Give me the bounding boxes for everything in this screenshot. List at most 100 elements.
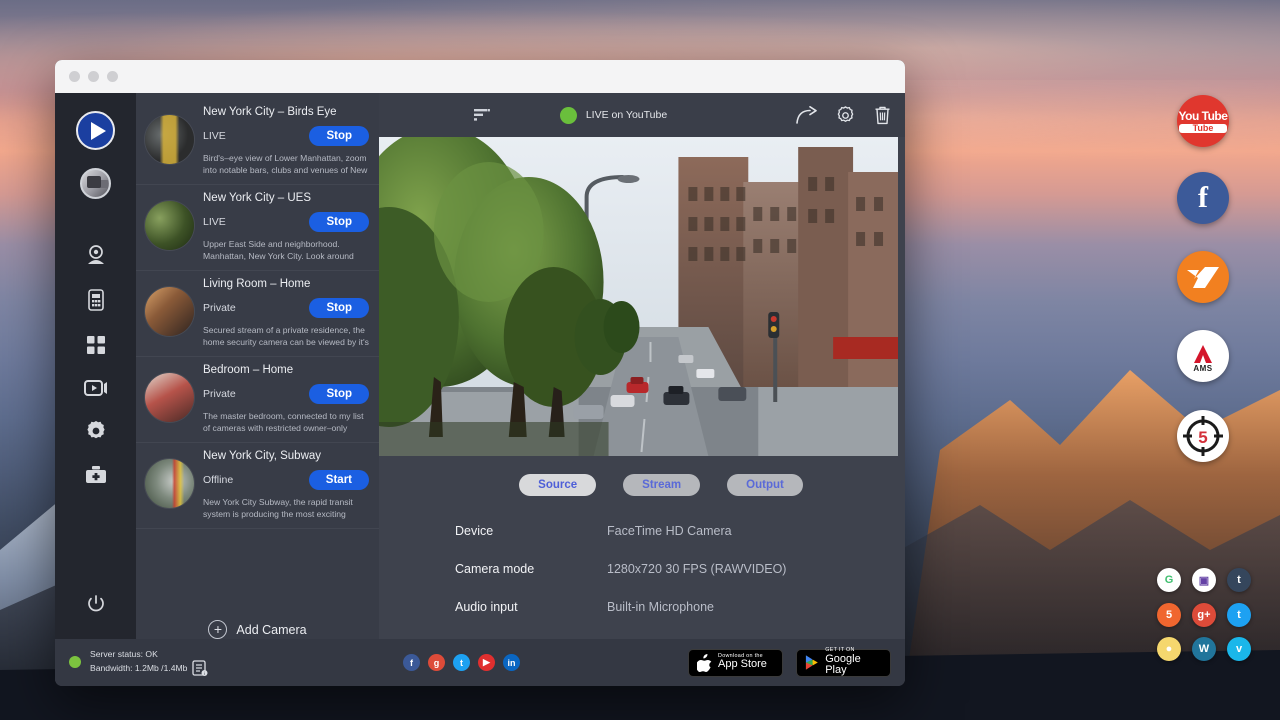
live-label: LIVE on YouTube xyxy=(586,109,667,121)
apple-icon xyxy=(697,654,712,672)
camera-status-row: OfflineStart xyxy=(203,469,369,491)
camera-toggle-button[interactable]: Stop xyxy=(309,126,369,146)
delete-button[interactable] xyxy=(874,106,891,125)
detail-row: Camera mode1280x720 30 FPS (RAWVIDEO) xyxy=(455,562,905,576)
wordpress-shortcut[interactable]: W xyxy=(1192,637,1216,661)
target5-shortcut[interactable]: 5 xyxy=(1177,410,1229,462)
facebook-f-icon: f xyxy=(1198,181,1208,215)
camera-description: Secured stream of a private residence, t… xyxy=(203,324,369,349)
camera-status: Offline xyxy=(203,474,309,486)
camera-thumbnail xyxy=(145,373,194,422)
logo-rainbow xyxy=(86,125,101,140)
tumblr-shortcut[interactable]: t xyxy=(1227,568,1251,592)
add-camera-button[interactable]: + Add Camera xyxy=(136,594,379,639)
ams-label: AMS xyxy=(1193,364,1212,373)
twitter-shortcut[interactable]: t xyxy=(1227,603,1251,627)
sidebar-rail xyxy=(55,93,136,639)
camera-toggle-button[interactable]: Stop xyxy=(309,298,369,318)
rail-item-power[interactable] xyxy=(87,595,105,613)
camera-status: LIVE xyxy=(203,130,309,142)
power-icon xyxy=(87,595,105,613)
camera-name: New York City – UES xyxy=(203,192,369,204)
document-info-icon[interactable]: i xyxy=(192,660,208,677)
google-play-badge[interactable]: GET IT ON Google Play xyxy=(796,649,891,677)
live-indicator-dot xyxy=(560,107,577,124)
camera-list[interactable]: New York City – Birds EyeLIVEStopBird's–… xyxy=(136,93,379,594)
camera-name: Bedroom – Home xyxy=(203,364,369,376)
detail-value[interactable]: 1280x720 30 FPS (RAWVIDEO) xyxy=(607,562,786,576)
camera-thumbnail xyxy=(145,287,194,336)
detail-value[interactable]: FaceTime HD Camera xyxy=(607,524,732,538)
gumroad-shortcut[interactable]: G xyxy=(1157,568,1181,592)
tab-output[interactable]: Output xyxy=(727,474,803,496)
app-logo[interactable] xyxy=(76,111,115,150)
vimeo-shortcut[interactable]: v xyxy=(1227,637,1251,661)
rail-item-screen[interactable] xyxy=(84,379,108,397)
facebook-icon[interactable]: f xyxy=(403,654,420,671)
settings-button[interactable] xyxy=(836,106,855,125)
window-titlebar xyxy=(55,60,905,93)
camera-info: Living Room – HomePrivateStopSecured str… xyxy=(203,278,369,349)
share-button[interactable] xyxy=(796,106,817,124)
detail-value[interactable]: Built-in Microphone xyxy=(607,600,714,614)
camera-list-item[interactable]: Living Room – HomePrivateStopSecured str… xyxy=(136,271,379,357)
user-avatar[interactable] xyxy=(80,168,111,199)
camera-list-item[interactable]: New York City, Subway OfflineStart New Yor… xyxy=(136,443,379,529)
camera-status-row: PrivateStop xyxy=(203,383,369,405)
linkedin-icon[interactable]: in xyxy=(503,654,520,671)
server-status: Server status: OK Bandwidth: 1.2Mb /1.4M… xyxy=(69,648,383,678)
camera-list-item[interactable]: New York City – UESLIVEStopUpper East Si… xyxy=(136,185,379,271)
window-close-button[interactable] xyxy=(69,71,80,82)
camera-name: New York City – Birds Eye xyxy=(203,106,369,118)
camera-list-item[interactable]: New York City – Birds EyeLIVEStopBird's–… xyxy=(136,99,379,185)
camera-description: New York City Subway, the rapid transit … xyxy=(203,496,369,521)
wowza-shortcut[interactable] xyxy=(1177,251,1229,303)
five-shortcut[interactable]: 5 xyxy=(1157,603,1181,627)
server-status-label: Server status: OK xyxy=(90,648,208,661)
camera-info: New York City – UESLIVEStopUpper East Si… xyxy=(203,192,369,263)
tab-stream[interactable]: Stream xyxy=(623,474,700,496)
gear-icon xyxy=(836,106,855,125)
youtube-icon[interactable]: ▶ xyxy=(478,654,495,671)
google-play-big: Google Play xyxy=(825,654,882,678)
googleplus-shortcut[interactable]: g+ xyxy=(1192,603,1216,627)
camera-status-row: LIVEStop xyxy=(203,211,369,233)
camera-info: New York City, Subway OfflineStart New Yor… xyxy=(203,450,369,521)
app-store-big: App Store xyxy=(718,659,767,671)
youtube-label-tube: Tube xyxy=(1179,124,1228,133)
flickr-shortcut[interactable]: ● xyxy=(1157,637,1181,661)
camera-toggle-button[interactable]: Start xyxy=(309,470,369,490)
camera-status: LIVE xyxy=(203,216,309,228)
svg-text:5: 5 xyxy=(1198,428,1207,447)
svg-text:i: i xyxy=(204,671,205,676)
add-camera-label: Add Camera xyxy=(236,623,306,637)
rail-item-webcam[interactable] xyxy=(85,245,107,265)
avatar-icon xyxy=(80,168,111,199)
facebook-shortcut[interactable]: f xyxy=(1177,172,1229,224)
rail-item-settings[interactable] xyxy=(86,421,106,441)
first-aid-kit-icon xyxy=(85,465,107,485)
google-plus-icon[interactable]: g xyxy=(428,654,445,671)
rail-item-mobile[interactable] xyxy=(88,289,104,311)
window-maximize-button[interactable] xyxy=(107,71,118,82)
camera-toggle-button[interactable]: Stop xyxy=(309,384,369,404)
twitch-shortcut[interactable]: ▣ xyxy=(1192,568,1216,592)
camera-list-panel: New York City – Birds EyeLIVEStopBird's–… xyxy=(136,93,379,639)
adobe-ams-shortcut[interactable]: AMS xyxy=(1177,330,1229,382)
video-preview[interactable] xyxy=(379,137,898,456)
window-minimize-button[interactable] xyxy=(88,71,99,82)
detail-label: Device xyxy=(455,524,607,538)
camera-name: New York City, Subway xyxy=(203,450,369,462)
camera-list-item[interactable]: Bedroom – HomePrivateStopThe master bedr… xyxy=(136,357,379,443)
detail-rows: DeviceFaceTime HD Camera Camera mode1280x… xyxy=(379,496,905,638)
camera-thumbnail-overlay xyxy=(145,459,194,508)
camera-toggle-button[interactable]: Stop xyxy=(309,212,369,232)
tab-source[interactable]: Source xyxy=(519,474,596,496)
wowza-bolt-icon xyxy=(1185,262,1221,292)
camera-info: New York City – Birds EyeLIVEStopBird's–… xyxy=(203,106,369,177)
rail-item-firstaid[interactable] xyxy=(85,465,107,485)
app-store-badge[interactable]: Download on the App Store xyxy=(688,649,783,677)
youtube-shortcut[interactable]: You Tube Tube xyxy=(1177,95,1229,147)
twitter-icon[interactable]: t xyxy=(453,654,470,671)
rail-item-grid[interactable] xyxy=(86,335,106,355)
